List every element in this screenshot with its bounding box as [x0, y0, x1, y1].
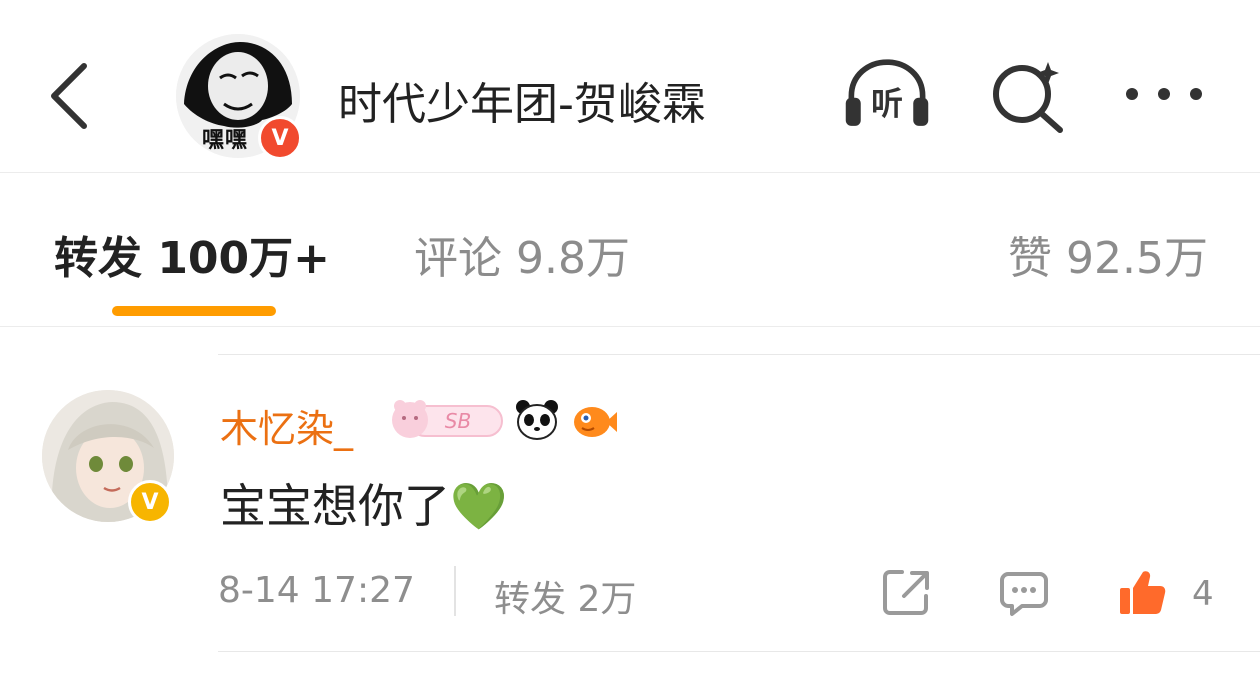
more-button[interactable]: [1118, 54, 1208, 134]
verified-badge-red: V: [258, 116, 302, 160]
sparkle-search-icon: [993, 62, 1063, 133]
comment-icon: [1000, 572, 1048, 616]
verified-badge-gold: V: [128, 480, 172, 524]
like-button[interactable]: [1116, 566, 1168, 618]
commenter-username[interactable]: 木忆染_: [220, 398, 353, 453]
divider: [218, 651, 1260, 652]
meta-divider: [454, 566, 456, 616]
fan-badge[interactable]: SB: [388, 398, 506, 442]
share-icon: [883, 570, 929, 615]
fish-icon: [570, 398, 618, 442]
comment-text: 宝宝想你了💚: [220, 479, 508, 533]
repost-count[interactable]: 转发 2万: [494, 570, 636, 622]
avatar-caption: 嘿嘿: [202, 128, 249, 153]
comment-button[interactable]: [998, 566, 1050, 618]
more-dots-icon: [1126, 88, 1202, 100]
tab-comments[interactable]: 评论 9.8万: [414, 222, 630, 286]
like-count: 4: [1192, 574, 1214, 614]
top-bar: 嘿嘿 V 时代少年团-贺峻霖 听: [0, 0, 1260, 173]
search-button[interactable]: [984, 54, 1074, 134]
tab-likes[interactable]: 赞 92.5万: [1008, 222, 1208, 286]
thumbs-up-icon: [1120, 571, 1166, 614]
tab-bar: 转发 100万+ 评论 9.8万 赞 92.5万: [0, 174, 1260, 327]
share-button[interactable]: [880, 566, 932, 618]
fan-badge-label: SB: [445, 409, 471, 433]
listen-button[interactable]: 听: [842, 54, 932, 134]
comment-timestamp: 8-14 17:27: [218, 570, 415, 611]
panda-icon: [514, 398, 560, 442]
back-arrow-icon: [51, 63, 87, 129]
headphones-listen-icon: 听: [845, 59, 929, 126]
page-title: 时代少年团-贺峻霖: [338, 79, 706, 130]
divider: [218, 354, 1260, 355]
active-tab-indicator: [112, 306, 276, 316]
back-button[interactable]: [40, 58, 100, 134]
listen-label: 听: [871, 85, 903, 123]
tab-reposts[interactable]: 转发 100万+: [54, 222, 330, 286]
